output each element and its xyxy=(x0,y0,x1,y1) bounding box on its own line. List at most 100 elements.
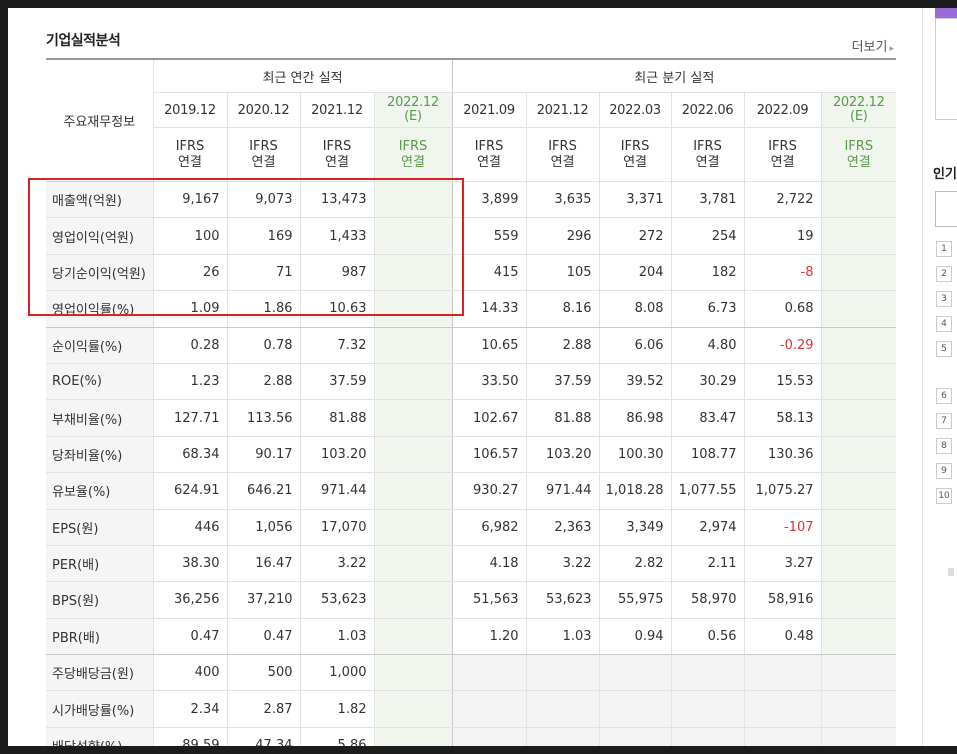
quarter-value: 58,970 xyxy=(670,581,745,619)
period-header-quarter: 2022.06 xyxy=(670,92,745,128)
annual-value: 2.88 xyxy=(226,363,300,401)
quarter-value: 971.44 xyxy=(525,472,600,510)
quarter-value: 0.48 xyxy=(743,618,822,656)
ifrs-consolidated: 연결 xyxy=(251,154,276,170)
period-header-quarter: 2022.03 xyxy=(598,92,672,128)
row-label: 순이익률(%) xyxy=(46,327,153,364)
annual-value: 624.91 xyxy=(152,472,227,510)
quarter-value: 2.11 xyxy=(670,545,745,583)
annual-group-header: 최근 연간 실적 xyxy=(152,59,453,93)
quarter-value: 2,722 xyxy=(743,181,822,219)
quarter-value: 106.57 xyxy=(451,436,527,474)
quarter-group-header: 최근 분기 실적 xyxy=(451,59,897,93)
quarter-value: 0.94 xyxy=(598,618,672,656)
more-link[interactable]: 더보기 ▸ xyxy=(852,36,894,55)
row-label: 배당성향(%) xyxy=(46,727,153,746)
quarter-value-empty xyxy=(820,690,897,728)
quarter-value: 204 xyxy=(598,254,672,292)
ifrs-consolidated: 연결 xyxy=(770,154,795,170)
sidebar-rank-number[interactable]: 1 xyxy=(936,241,952,257)
period-header-quarter: 2021.12 xyxy=(525,92,600,128)
section-title: 기업실적분석 xyxy=(46,33,121,49)
quarter-value: -107 xyxy=(743,509,822,546)
quarter-value: 3,371 xyxy=(598,181,672,219)
quarter-value-empty xyxy=(743,654,822,692)
quarter-value xyxy=(820,509,897,546)
quarter-value: 1.20 xyxy=(451,618,527,656)
sidebar-rank-number[interactable]: 9 xyxy=(936,463,952,479)
ifrs-consolidated: 연결 xyxy=(846,154,871,170)
ifrs-consolidated: 연결 xyxy=(477,154,501,170)
annual-value: 0.47 xyxy=(226,618,300,656)
sidebar-rank-number[interactable]: 8 xyxy=(936,438,952,454)
annual-value xyxy=(373,509,453,546)
quarter-value: -0.29 xyxy=(743,327,822,364)
quarter-value xyxy=(820,327,897,364)
period-header-annual: 2021.12 xyxy=(299,92,374,128)
sidebar-panel xyxy=(935,18,957,120)
quarter-value: 0.56 xyxy=(670,618,745,656)
quarter-value: 254 xyxy=(670,217,745,255)
annual-value: 81.88 xyxy=(299,399,374,437)
quarter-value: 3,635 xyxy=(525,181,600,219)
annual-value: 68.34 xyxy=(152,436,227,474)
quarter-value: 51,563 xyxy=(451,581,527,619)
ifrs-label: IFRS 연결 xyxy=(451,127,527,182)
quarter-value: 6.73 xyxy=(670,290,745,328)
sidebar-search-input[interactable] xyxy=(935,191,957,227)
quarter-value: 130.36 xyxy=(743,436,822,474)
quarter-value-empty xyxy=(451,727,527,746)
quarter-value: 2.82 xyxy=(598,545,672,583)
ifrs-label: IFRS 연결 xyxy=(373,127,453,182)
annual-value: 103.20 xyxy=(299,436,374,474)
sidebar-rank-number[interactable]: 6 xyxy=(936,388,952,404)
table-row: PBR(배) 0.47 0.47 1.03 1.20 1.03 0.94 0.56 0.48 xyxy=(46,618,897,656)
sidebar-rank-number[interactable]: 7 xyxy=(936,413,952,429)
quarter-value: 3,781 xyxy=(670,181,745,219)
row-label: PBR(배) xyxy=(46,618,153,656)
sidebar-rank-number[interactable]: 3 xyxy=(936,291,952,307)
row-header-label: 주요재무정보 xyxy=(46,59,153,182)
sidebar-title: 인기 xyxy=(933,167,957,182)
annual-value: 127.71 xyxy=(152,399,227,437)
annual-value: 3.22 xyxy=(299,545,374,583)
sidebar-rank-number[interactable]: 5 xyxy=(936,341,952,357)
quarter-value xyxy=(820,545,897,583)
quarter-value xyxy=(820,217,897,255)
annual-value: 37,210 xyxy=(226,581,300,619)
annual-value xyxy=(373,363,453,401)
sidebar-accent xyxy=(935,8,957,18)
annual-value xyxy=(373,545,453,583)
quarter-value: 296 xyxy=(525,217,600,255)
sidebar-rank-number[interactable]: 2 xyxy=(936,266,952,282)
period-header-quarter: 2021.09 xyxy=(451,92,527,128)
right-sidebar: 인기 1 2 3 4 5 6 7 8 9 10 xyxy=(922,8,957,746)
table-row: 순이익률(%) 0.28 0.78 7.32 10.65 2.88 6.06 4.80 -0.2… xyxy=(46,327,897,364)
quarter-value: 58,916 xyxy=(743,581,822,619)
annual-value: 38.30 xyxy=(152,545,227,583)
quarter-value: 83.47 xyxy=(670,399,745,437)
quarter-value xyxy=(820,399,897,437)
more-label[interactable]: 더보기 xyxy=(852,40,888,55)
sidebar-rank-number[interactable]: 10 xyxy=(936,488,952,504)
quarter-value: 103.20 xyxy=(525,436,600,474)
quarter-value: 15.53 xyxy=(743,363,822,401)
quarter-value-empty xyxy=(451,690,527,728)
quarter-value: 1.03 xyxy=(525,618,600,656)
sidebar-scrollbar[interactable] xyxy=(948,568,954,576)
chevron-right-icon: ▸ xyxy=(889,44,894,54)
annual-value: 89.59 xyxy=(152,727,227,746)
period-header-annual: 2020.12 xyxy=(226,92,300,128)
annual-value: 37.59 xyxy=(299,363,374,401)
highlight-box xyxy=(28,178,464,316)
quarter-value: 272 xyxy=(598,217,672,255)
quarter-value: 108.77 xyxy=(670,436,745,474)
annual-value: 2.34 xyxy=(152,690,227,728)
sidebar-rank-number[interactable]: 4 xyxy=(936,316,952,332)
ifrs-standard: IFRS xyxy=(249,138,278,154)
ifrs-label: IFRS 연결 xyxy=(820,127,897,182)
annual-value: 1,056 xyxy=(226,509,300,546)
annual-value: 0.78 xyxy=(226,327,300,364)
table-row: 주당배당금(원) 400 500 1,000 xyxy=(46,654,897,692)
row-label: ROE(%) xyxy=(46,363,153,401)
